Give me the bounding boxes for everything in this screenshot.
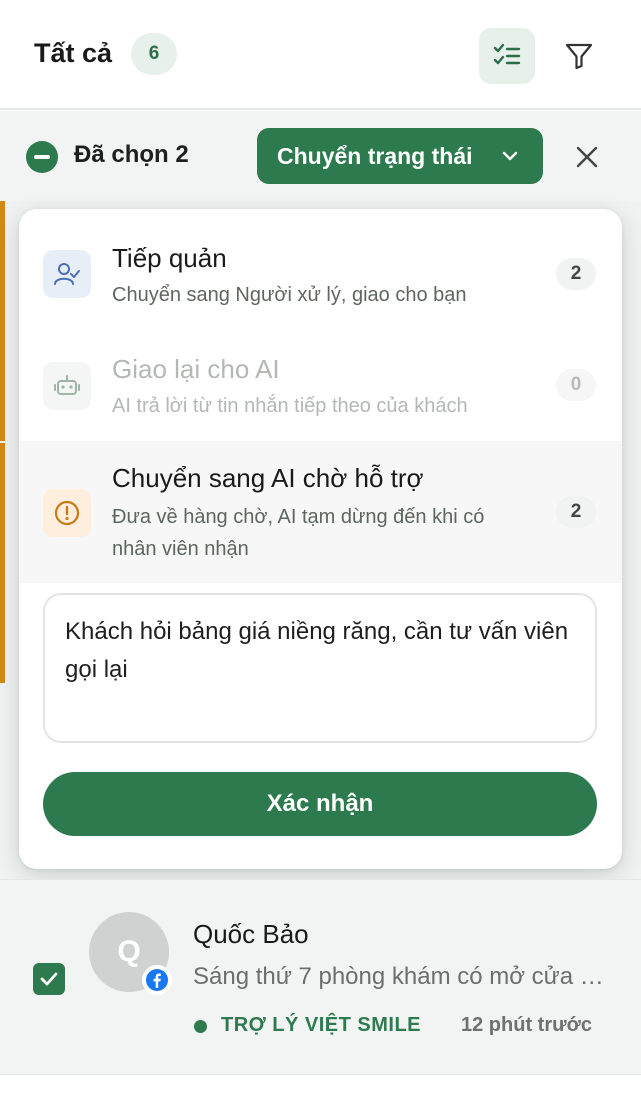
confirm-button[interactable]: Xác nhận [43,772,597,836]
message-preview: Sáng thứ 7 phòng khám có mở cửa không? [193,963,611,990]
option-count-badge: 0 [556,369,596,401]
option-reassign-ai: Giao lại cho AI AI trả lời từ tin nhắn t… [19,319,622,441]
change-status-button[interactable]: Chuyển trạng thái [257,128,543,184]
option-icon [43,250,91,298]
option-icon [43,362,91,410]
close-icon [576,146,598,168]
option-take-over[interactable]: Tiếp quản Chuyển sang Người xử lý, giao … [19,209,622,319]
option-title: Tiếp quản [112,243,227,273]
change-status-label: Chuyển trạng thái [277,142,473,169]
option-count-badge: 2 [556,258,596,290]
select-mode-button[interactable] [479,28,535,84]
facebook-channel-badge [142,965,172,995]
filter-button[interactable] [551,28,607,84]
checklist-icon [493,43,521,65]
contact-name: Quốc Bảo [193,919,309,949]
priority-accent-bar [0,201,5,441]
facebook-icon [146,969,168,991]
option-description: AI trả lời từ tin nhắn tiếp theo của khá… [112,395,468,417]
option-title: Giao lại cho AI [112,354,280,384]
option-description: Đưa về hàng chờ, AI tạm dừng đến khi có … [112,506,485,560]
filter-icon [565,43,593,70]
option-description: Chuyển sang Người xử lý, giao cho bạn [112,284,467,306]
option-icon [43,489,91,537]
conversation-checkbox[interactable] [33,963,65,995]
chevron-down-icon [502,151,518,161]
deselect-all-button[interactable] [26,141,58,173]
option-title: Chuyển sang AI chờ hỗ trợ [112,463,424,493]
status-dropdown: Tiếp quản Chuyển sang Người xử lý, giao … [19,209,622,869]
count-badge: 6 [131,33,177,75]
list-header: Tất cả 6 [0,0,641,110]
close-selection-button[interactable] [570,140,604,174]
page-title: Tất cả [34,38,113,68]
check-icon [40,972,58,986]
timestamp: 12 phút trước [461,1014,592,1036]
status-dot [194,1020,207,1033]
alert-circle-icon [54,500,80,526]
note-input[interactable]: Khách hỏi bảng giá niềng răng, cần tư vấ… [43,593,597,743]
priority-accent-bar [0,443,5,683]
robot-icon [54,375,80,395]
option-ai-waiting-support[interactable]: Chuyển sang AI chờ hỗ trợ Đưa về hàng ch… [19,441,622,583]
option-count-badge: 2 [556,496,596,528]
user-check-icon [54,263,80,285]
assistant-label: TRỢ LÝ VIỆT SMILE [221,1014,422,1036]
selected-count-label: Đã chọn 2 [74,141,189,168]
